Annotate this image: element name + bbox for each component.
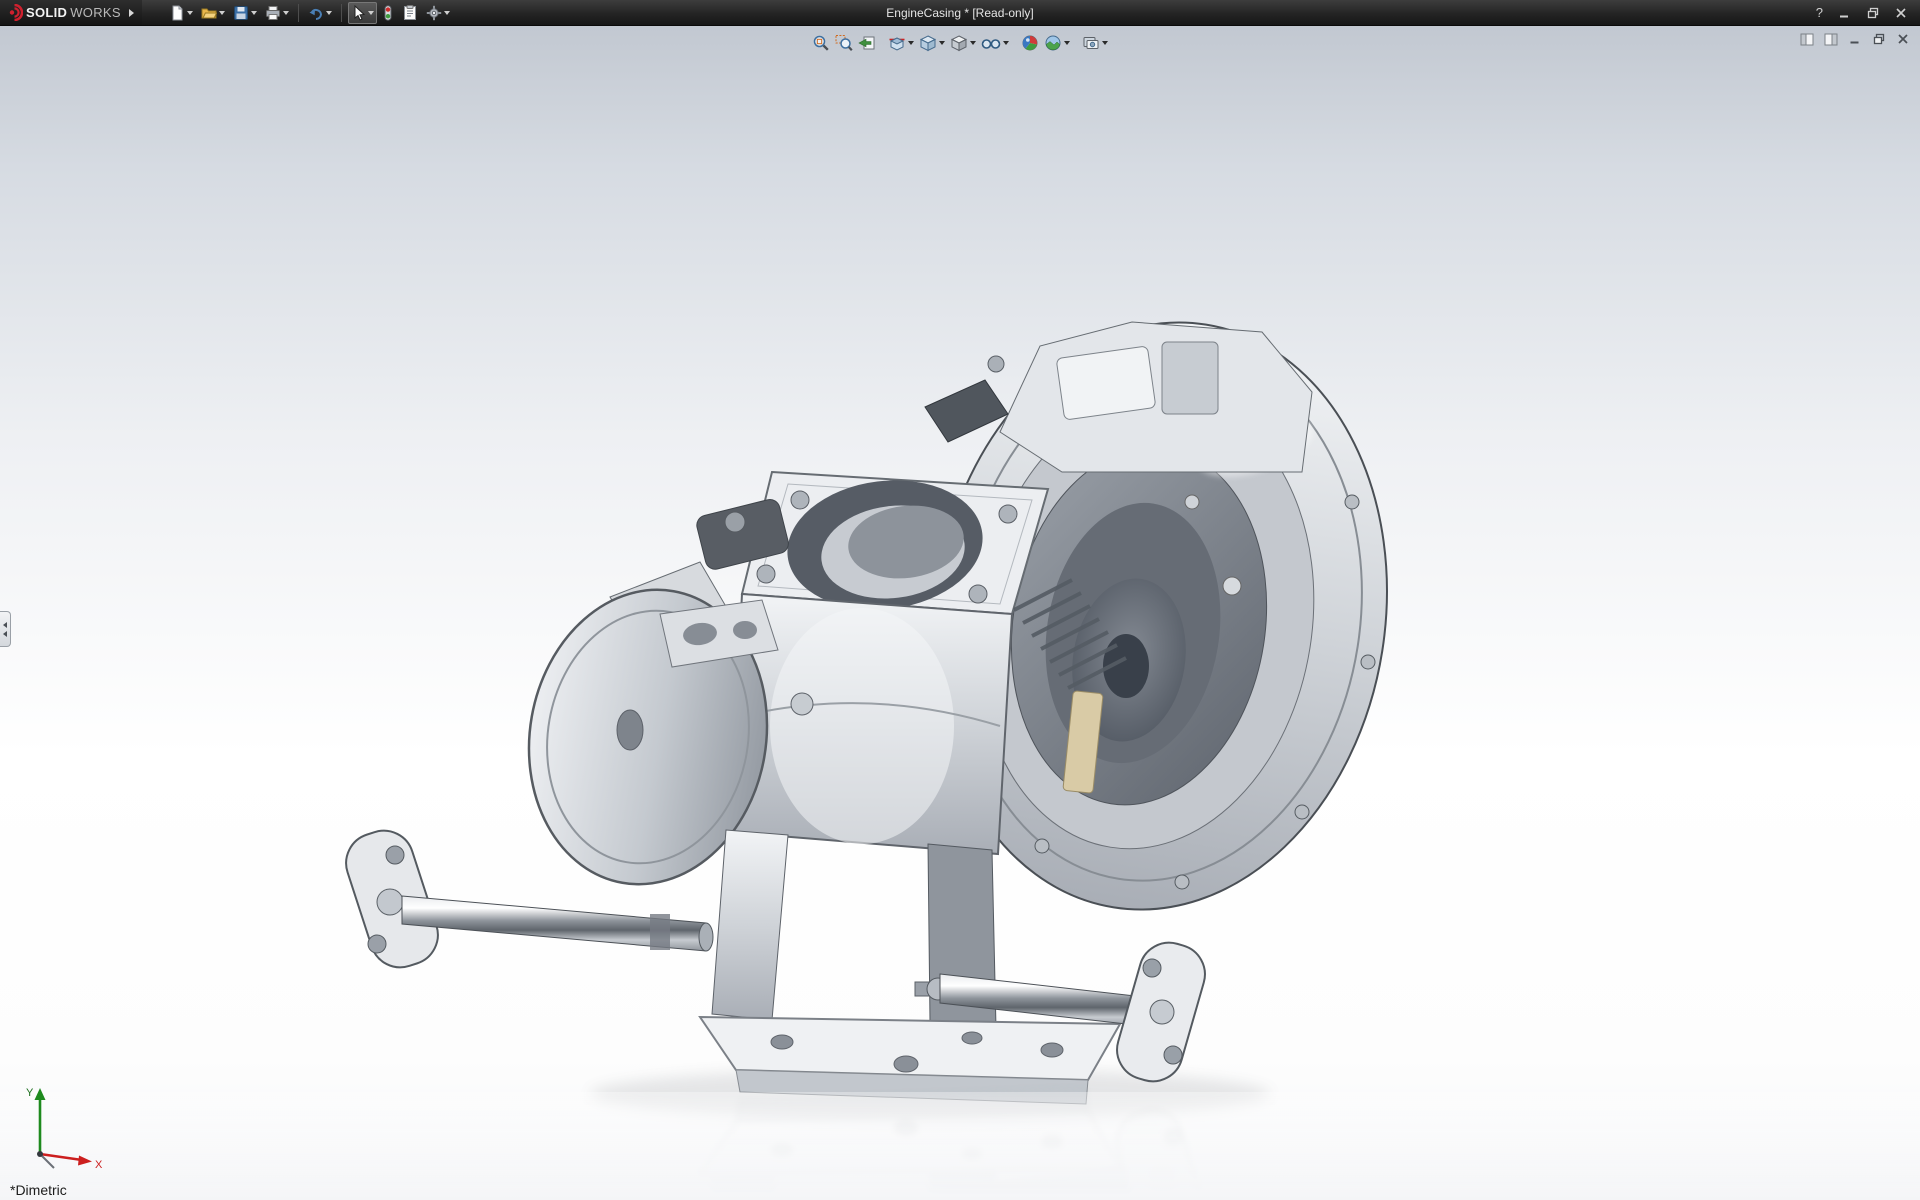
display-style-caret-icon (970, 41, 976, 45)
rebuild-button[interactable] (379, 2, 397, 24)
undo-arrow-icon (308, 5, 324, 21)
select-button[interactable] (348, 2, 377, 24)
pane-right-button[interactable] (1822, 31, 1840, 47)
doc-minimize-icon (1849, 33, 1861, 45)
previous-view-button[interactable] (856, 31, 878, 55)
view-settings-icon (1082, 34, 1100, 52)
display-style-button[interactable] (948, 31, 978, 55)
select-cursor-icon (351, 5, 366, 21)
doc-restore-button[interactable] (1870, 31, 1888, 47)
apply-scene-icon (1044, 34, 1062, 52)
print-dropdown-caret-icon (283, 11, 289, 15)
pane-right-icon (1824, 33, 1838, 46)
triad-origin (37, 1151, 43, 1157)
3d-viewport[interactable]: Y X *Dimetric (0, 26, 1920, 1200)
engine-casing-model[interactable] (338, 289, 1428, 1104)
display-style-icon (950, 34, 968, 52)
x-axis-label: X (95, 1159, 103, 1171)
doc-minimize-button[interactable] (1846, 31, 1864, 47)
options-button[interactable] (423, 2, 453, 24)
solidworks-logo-icon (6, 4, 23, 21)
hide-show-glasses-icon (981, 34, 1001, 52)
zoom-to-fit-button[interactable] (810, 31, 832, 55)
pane-left-button[interactable] (1798, 31, 1816, 47)
view-orientation-cube-icon (919, 34, 937, 52)
titlebar-toolbar (166, 2, 453, 24)
title-bar: SOLIDWORKS (0, 0, 1920, 26)
housing-top-covers[interactable] (925, 322, 1312, 472)
brand-name-light: WORKS (70, 5, 121, 20)
close-button[interactable] (1892, 2, 1910, 24)
reflection-fade (0, 1092, 1920, 1200)
engine-casing-model-scene[interactable] (0, 26, 1920, 1200)
minimize-button[interactable] (1836, 2, 1854, 24)
new-document-icon (169, 5, 185, 21)
file-properties-icon (402, 5, 418, 21)
undo-button[interactable] (305, 2, 335, 24)
block-stud (791, 693, 813, 715)
previous-view-icon (858, 34, 876, 52)
hide-show-caret-icon (1003, 41, 1009, 45)
new-button[interactable] (166, 2, 196, 24)
maximize-button[interactable] (1864, 2, 1882, 24)
section-view-icon (888, 34, 906, 52)
pane-tab-arrow-icon (3, 622, 7, 628)
x-axis-arrow-icon (78, 1156, 92, 1166)
select-dropdown-caret-icon (368, 11, 374, 15)
view-orientation-button[interactable] (917, 31, 947, 55)
toolbar-separator (341, 4, 342, 22)
solidworks-logo[interactable]: SOLIDWORKS (0, 0, 142, 25)
new-dropdown-caret-icon (187, 11, 193, 15)
brand-name-bold: SOLID (26, 5, 67, 20)
view-settings-caret-icon (1102, 41, 1108, 45)
options-gear-icon (426, 5, 442, 21)
zoom-to-area-icon (835, 34, 853, 52)
collapsed-panel-tab[interactable] (0, 611, 11, 647)
section-view-caret-icon (908, 41, 914, 45)
close-icon (1895, 7, 1907, 19)
y-axis-arrow-icon (35, 1088, 46, 1100)
section-view-button[interactable] (886, 31, 916, 55)
file-properties-button[interactable] (399, 2, 421, 24)
open-dropdown-caret-icon (219, 11, 225, 15)
solidworks-window: SOLIDWORKS (0, 0, 1920, 1200)
y-axis-label: Y (26, 1087, 34, 1099)
doc-close-icon (1897, 33, 1909, 45)
print-icon (265, 5, 281, 21)
view-orientation-label: *Dimetric (10, 1182, 67, 1198)
zoom-to-area-button[interactable] (833, 31, 855, 55)
help-button[interactable]: ? (1813, 2, 1826, 24)
edit-appearance-button[interactable] (1019, 31, 1041, 55)
document-window-controls (1798, 31, 1912, 47)
save-button[interactable] (230, 2, 260, 24)
options-dropdown-caret-icon (444, 11, 450, 15)
heads-up-view-toolbar (810, 31, 1110, 55)
doc-close-button[interactable] (1894, 31, 1912, 47)
edit-appearance-ball-icon (1021, 34, 1039, 52)
doc-restore-icon (1873, 33, 1885, 45)
rebuild-traffic-light-icon (382, 5, 394, 21)
view-settings-button[interactable] (1080, 31, 1110, 55)
pane-tab-arrow-icon (3, 631, 7, 637)
toolbar-separator (298, 4, 299, 22)
minimize-icon (1839, 7, 1851, 19)
open-button[interactable] (198, 2, 228, 24)
open-folder-icon (201, 5, 217, 21)
reference-triad: Y X (16, 1080, 108, 1176)
window-controls: ? (1813, 2, 1920, 24)
hide-show-items-button[interactable] (979, 31, 1011, 55)
pane-left-icon (1800, 33, 1814, 46)
apply-scene-caret-icon (1064, 41, 1070, 45)
maximize-restore-icon (1867, 7, 1879, 19)
save-floppy-icon (233, 5, 249, 21)
undo-dropdown-caret-icon (326, 11, 332, 15)
save-dropdown-caret-icon (251, 11, 257, 15)
apply-scene-button[interactable] (1042, 31, 1072, 55)
print-button[interactable] (262, 2, 292, 24)
zoom-to-fit-icon (812, 34, 830, 52)
brand-menu-caret-icon (129, 9, 134, 17)
view-orientation-caret-icon (939, 41, 945, 45)
window-title: EngineCasing * [Read-only] (886, 0, 1033, 26)
